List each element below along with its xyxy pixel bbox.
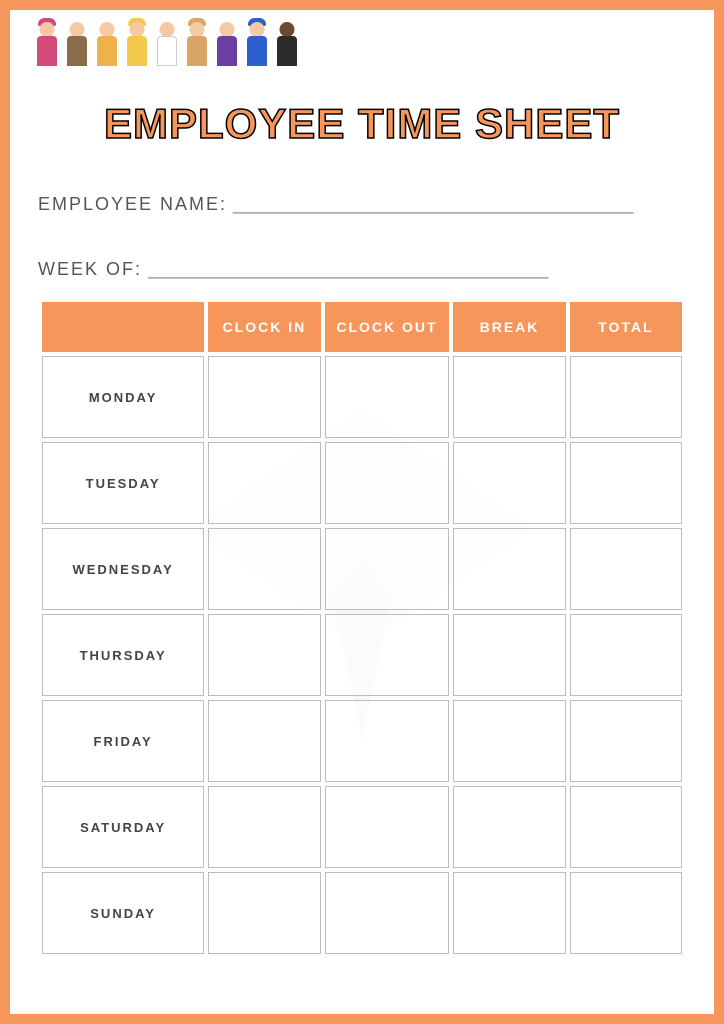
total-cell[interactable] [570,614,682,696]
person-icon [62,18,92,78]
break-cell[interactable] [453,442,565,524]
clock-out-cell[interactable] [325,356,450,438]
break-cell[interactable] [453,356,565,438]
people-illustration [32,18,686,82]
day-cell: THURSDAY [42,614,204,696]
week-of-line: ________________________________________ [142,259,686,280]
person-icon [272,18,302,78]
person-icon [152,18,182,78]
header-total: TOTAL [570,302,682,352]
page-title: EMPLOYEE TIME SHEET [38,100,686,148]
clock-in-cell[interactable] [208,872,320,954]
day-cell: SUNDAY [42,872,204,954]
break-cell[interactable] [453,700,565,782]
page-frame: EMPLOYEE TIME SHEET EMPLOYEE NAME: _____… [0,0,724,1024]
total-cell[interactable] [570,442,682,524]
week-of-label: WEEK OF: [38,259,142,280]
employee-name-label: EMPLOYEE NAME: [38,194,227,215]
day-cell: MONDAY [42,356,204,438]
break-cell[interactable] [453,872,565,954]
clock-out-cell[interactable] [325,528,450,610]
day-cell: FRIDAY [42,700,204,782]
clock-out-cell[interactable] [325,614,450,696]
table-row: SATURDAY [42,786,682,868]
day-cell: WEDNESDAY [42,528,204,610]
clock-in-cell[interactable] [208,356,320,438]
week-of-field[interactable]: WEEK OF: _______________________________… [38,259,686,280]
header-clock-out: CLOCK OUT [325,302,450,352]
clock-in-cell[interactable] [208,442,320,524]
day-cell: TUESDAY [42,442,204,524]
break-cell[interactable] [453,786,565,868]
person-icon [182,18,212,78]
table-header-row: CLOCK IN CLOCK OUT BREAK TOTAL [42,302,682,352]
employee-name-field[interactable]: EMPLOYEE NAME: _________________________… [38,194,686,215]
total-cell[interactable] [570,700,682,782]
clock-out-cell[interactable] [325,872,450,954]
table-row: TUESDAY [42,442,682,524]
total-cell[interactable] [570,356,682,438]
table-row: SUNDAY [42,872,682,954]
header-clock-in: CLOCK IN [208,302,320,352]
table-row: WEDNESDAY [42,528,682,610]
person-icon [212,18,242,78]
person-icon [242,18,272,78]
clock-in-cell[interactable] [208,786,320,868]
total-cell[interactable] [570,786,682,868]
clock-out-cell[interactable] [325,442,450,524]
person-icon [122,18,152,78]
total-cell[interactable] [570,528,682,610]
clock-in-cell[interactable] [208,528,320,610]
person-icon [32,18,62,78]
break-cell[interactable] [453,614,565,696]
header-blank [42,302,204,352]
day-cell: SATURDAY [42,786,204,868]
table-row: THURSDAY [42,614,682,696]
timesheet-table: CLOCK IN CLOCK OUT BREAK TOTAL MONDAYTUE… [38,298,686,958]
table-row: MONDAY [42,356,682,438]
total-cell[interactable] [570,872,682,954]
clock-out-cell[interactable] [325,786,450,868]
clock-in-cell[interactable] [208,614,320,696]
clock-in-cell[interactable] [208,700,320,782]
person-icon [92,18,122,78]
break-cell[interactable] [453,528,565,610]
table-row: FRIDAY [42,700,682,782]
employee-name-line: ________________________________________ [227,194,686,215]
header-break: BREAK [453,302,565,352]
clock-out-cell[interactable] [325,700,450,782]
